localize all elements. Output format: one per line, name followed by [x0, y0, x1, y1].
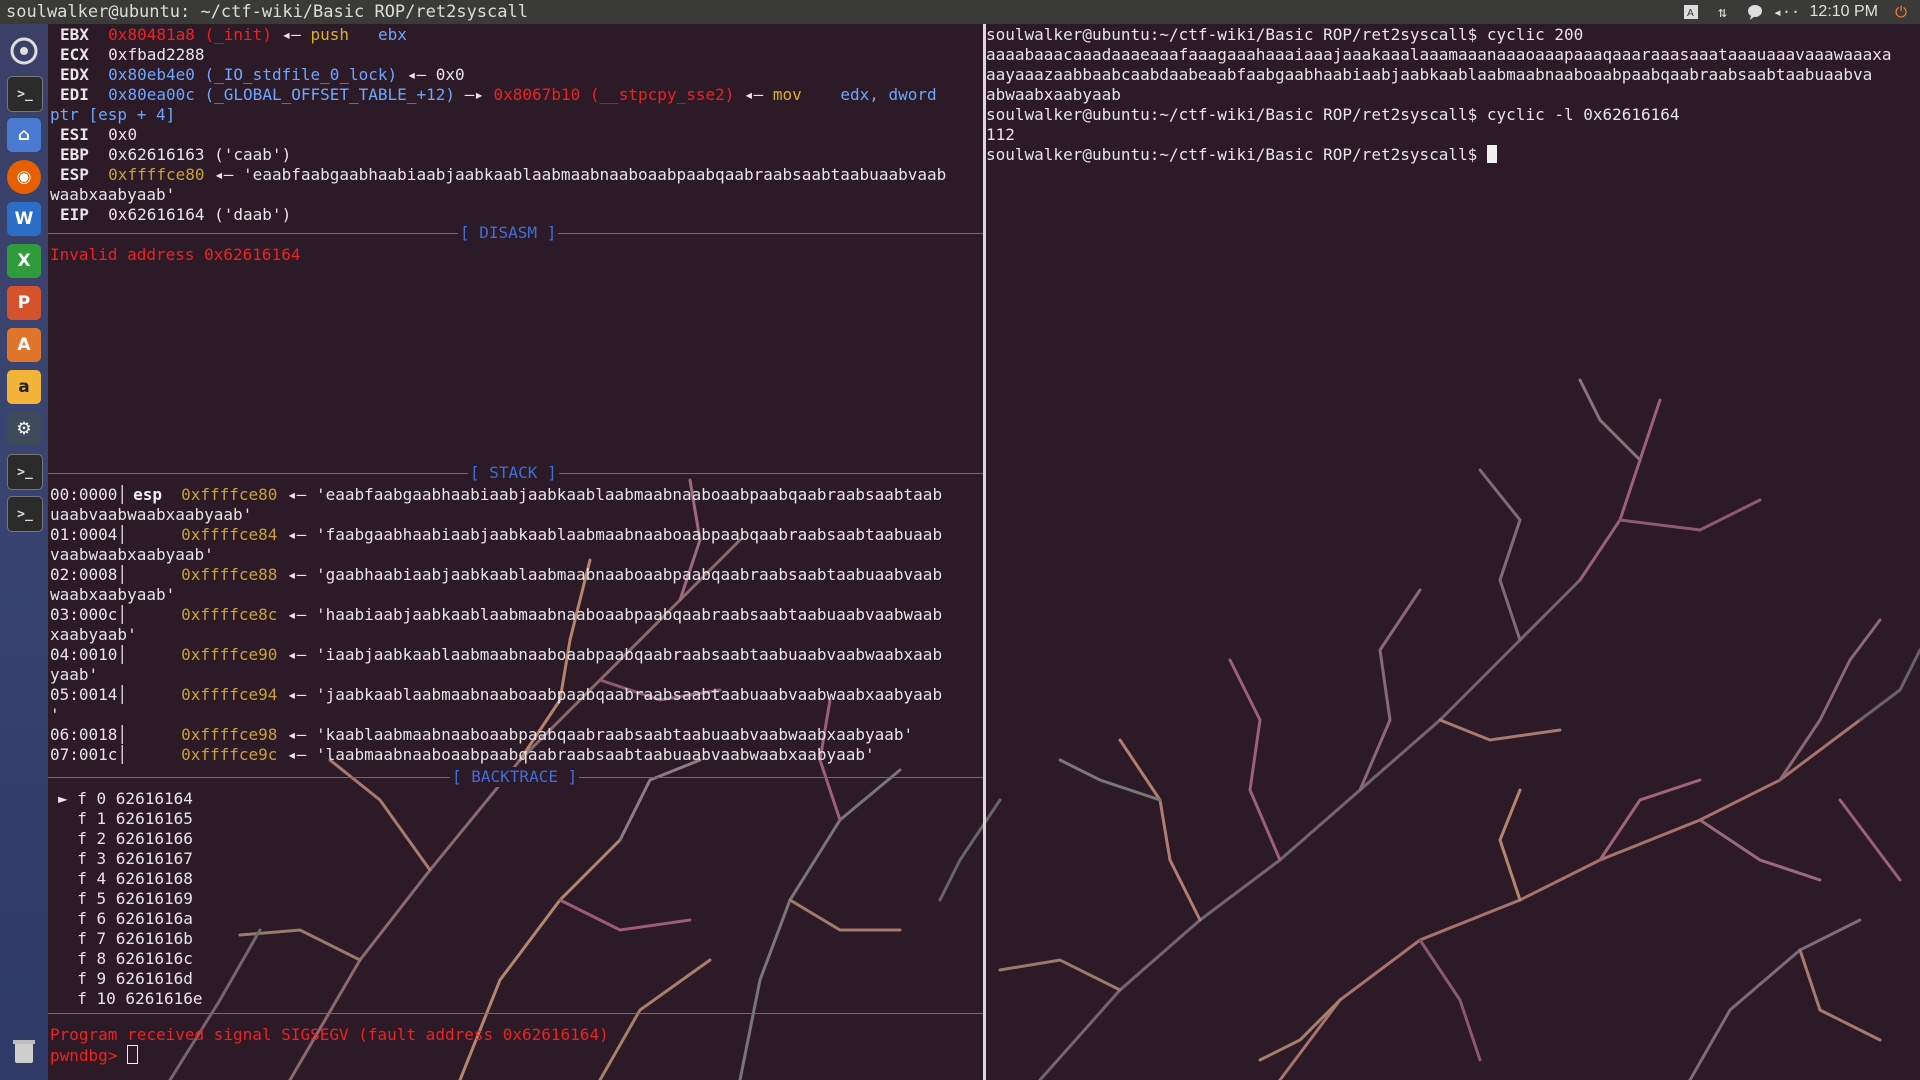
terminal-icon-3[interactable]: >_ [7, 496, 43, 532]
terminal-icon-2[interactable]: >_ [7, 454, 43, 490]
stack-row: 06:0018│ 0xffffce98 ◂— 'kaablaabmaabnaabo… [50, 725, 914, 744]
backtrace-header: [ BACKTRACE ] [450, 767, 580, 787]
backtrace-frame: f 9 6261616d [58, 969, 193, 988]
stack-row-continuation: uaabvaabwaabxaabyaab' [50, 505, 253, 524]
system-settings-icon[interactable]: ⚙ [7, 412, 41, 446]
system-tray: A ⇅ ◂·· 12:10 PM ⏻ [1682, 0, 1910, 24]
stack-row-continuation: xaabyaab' [50, 625, 137, 644]
backtrace-frame: f 6 6261616a [58, 909, 193, 928]
stack-row-continuation: vaabwaabxaabyaab' [50, 545, 214, 564]
network-icon[interactable]: ⇅ [1714, 3, 1732, 21]
text-cursor [1486, 145, 1497, 163]
pwndbg-prompt[interactable]: pwndbg> [50, 1045, 139, 1066]
register-edx: EDX 0x80eb4e0 (_IO_stdfile_0_lock) ◂— 0x… [60, 65, 465, 84]
calc-icon[interactable]: X [7, 244, 41, 278]
backtrace-frame: f 10 6261616e [58, 989, 203, 1008]
backtrace-frame: f 5 62616169 [58, 889, 193, 908]
firefox-icon[interactable]: ◉ [7, 160, 41, 194]
register-esp: ESP 0xffffce80 ◂— 'eaabfaabgaabhaabiaabj… [60, 165, 947, 184]
backtrace-frame: f 4 62616168 [58, 869, 193, 888]
ubuntu-dash-icon[interactable] [7, 34, 41, 68]
backtrace-frame: f 2 62616166 [58, 829, 193, 848]
bottom-separator [48, 1013, 983, 1014]
backtrace-frame: f 1 62616165 [58, 809, 193, 828]
shell-output-line: abwaabxaabyaab [986, 85, 1121, 104]
backtrace-frame: ► f 0 62616164 [58, 789, 193, 808]
stack-header: [ STACK ] [468, 463, 559, 483]
register-ebp: EBP 0x62616163 ('caab') [60, 145, 292, 164]
stack-row: 07:001c│ 0xffffce9c ◂— 'laabmaabnaaboaabp… [50, 745, 875, 764]
shell-output-line: aaaabaaacaaadaaaeaaafaaagaaahaaaiaaajaaa… [986, 45, 1892, 64]
backtrace-frame: f 8 6261616c [58, 949, 193, 968]
shell-terminal[interactable]: soulwalker@ubuntu:~/ctf-wiki/Basic ROP/r… [986, 24, 1920, 1080]
shell-output-line: 112 [986, 125, 1015, 144]
register-edi-continuation: ptr [esp + 4] [50, 105, 176, 124]
writer-icon[interactable]: W [7, 202, 41, 236]
shell-prompt[interactable]: soulwalker@ubuntu:~/ctf-wiki/Basic ROP/r… [986, 145, 1497, 165]
register-ebx: EBX 0x80481a8 (_init) ◂— push ebx [60, 25, 407, 44]
stack-row: 03:000c│ 0xffffce8c ◂— 'haabiaabjaabkaabl… [50, 605, 943, 624]
pwndbg-terminal[interactable]: EBX 0x80481a8 (_init) ◂— push ebx ECX 0x… [48, 24, 983, 1080]
power-icon[interactable]: ⏻ [1892, 3, 1910, 21]
register-ecx: ECX 0xfbad2288 [60, 45, 205, 64]
signal-message: Program received signal SIGSEGV (fault a… [50, 1025, 609, 1044]
disasm-line: Invalid address 0x62616164 [50, 245, 301, 264]
shell-output-line: soulwalker@ubuntu:~/ctf-wiki/Basic ROP/r… [986, 25, 1584, 44]
register-esp-continuation: waabxaabyaab' [50, 185, 176, 204]
text-cursor [127, 1045, 139, 1064]
amazon-icon[interactable]: a [7, 370, 41, 404]
chat-icon[interactable] [1746, 3, 1764, 21]
stack-row-continuation: ' [50, 705, 60, 724]
disasm-header: [ DISASM ] [458, 223, 559, 243]
stack-row: 00:0000│ esp 0xffffce80 ◂— 'eaabfaabgaabha… [50, 485, 943, 504]
clock[interactable]: 12:10 PM [1810, 0, 1878, 24]
files-icon[interactable]: ⌂ [7, 118, 41, 152]
volume-icon[interactable]: ◂·· [1773, 3, 1800, 21]
register-esi: ESI 0x0 [60, 125, 138, 144]
trash-icon[interactable] [7, 1034, 41, 1068]
register-edi: EDI 0x80ea00c (_GLOBAL_OFFSET_TABLE_+12)… [60, 85, 937, 104]
impress-icon[interactable]: P [7, 286, 41, 320]
stack-row: 01:0004│ 0xffffce84 ◂— 'faabgaabhaabiaabj… [50, 525, 943, 544]
stack-row-continuation: waabxaabyaab' [50, 585, 176, 604]
stack-row: 04:0010│ 0xffffce90 ◂— 'iaabjaabkaablaabm… [50, 645, 943, 664]
backtrace-frame: f 3 62616167 [58, 849, 193, 868]
terminal-icon[interactable]: >_ [7, 76, 43, 112]
shell-output-line: soulwalker@ubuntu:~/ctf-wiki/Basic ROP/r… [986, 105, 1680, 124]
top-panel: soulwalker@ubuntu: ~/ctf-wiki/Basic ROP/… [0, 0, 1920, 24]
keyboard-icon[interactable]: A [1682, 3, 1700, 21]
launcher: >_ ⌂ ◉ W X P A a ⚙ >_ >_ [0, 24, 48, 1080]
backtrace-frame: f 7 6261616b [58, 929, 193, 948]
svg-text:A: A [1687, 8, 1694, 19]
window-title: soulwalker@ubuntu: ~/ctf-wiki/Basic ROP/… [6, 2, 528, 22]
software-center-icon[interactable]: A [7, 328, 41, 362]
stack-row: 05:0014│ 0xffffce94 ◂— 'jaabkaablaabmaabn… [50, 685, 943, 704]
stack-row-continuation: yaab' [50, 665, 99, 684]
register-eip: EIP 0x62616164 ('daab') [60, 205, 292, 224]
shell-output-line: aayaaazaabbaabcaabdaabeaabfaabgaabhaabia… [986, 65, 1873, 84]
stack-row: 02:0008│ 0xffffce88 ◂— 'gaabhaabiaabjaabk… [50, 565, 943, 584]
